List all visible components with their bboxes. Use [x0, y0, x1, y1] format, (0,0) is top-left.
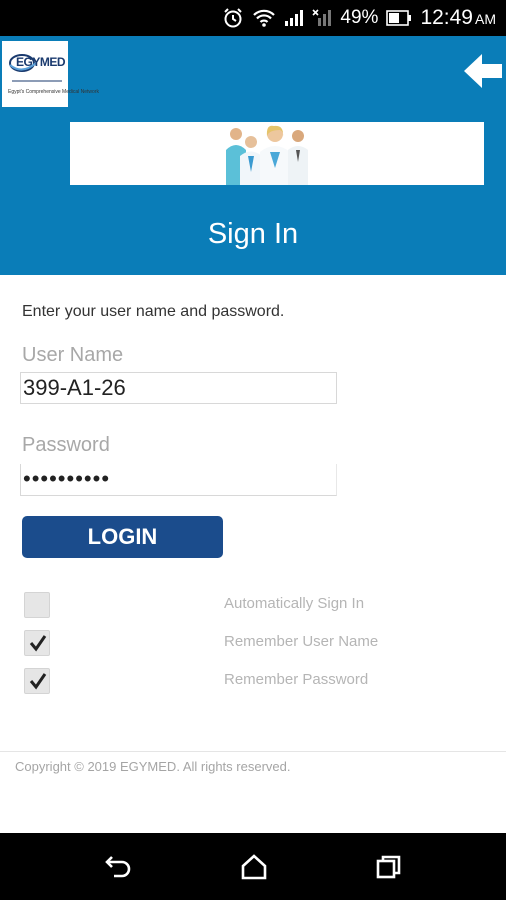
page-title: Sign In [207, 218, 299, 250]
checkmark-icon [29, 635, 47, 652]
option-label: Automatically Sign In [224, 595, 365, 612]
doctors-banner-image [70, 122, 484, 185]
home-nav-icon[interactable] [239, 853, 269, 881]
cell-signal-icon [284, 9, 304, 27]
back-arrow-icon[interactable] [462, 50, 504, 92]
option-remember-username[interactable]: Remember User Name [0, 630, 506, 660]
status-bar: 49% 12:49 AM [0, 0, 506, 36]
copyright-text: Copyright © 2019 EGYMED. All rights rese… [15, 759, 291, 774]
option-remember-password[interactable]: Remember Password [0, 668, 506, 698]
battery-icon [386, 10, 412, 26]
battery-percent: 49% [340, 7, 379, 28]
egymed-logo: EGYMED Egypt's Comprehensive Medical Net… [2, 41, 99, 107]
back-nav-icon[interactable] [104, 853, 134, 881]
password-label: Password [22, 434, 110, 456]
app-screen: EGYMED Egypt's Comprehensive Medical Net… [0, 36, 506, 833]
option-auto-sign-in[interactable]: Automatically Sign In [0, 592, 506, 622]
navigation-bar [0, 833, 506, 900]
remember-username-checkbox[interactable] [24, 630, 50, 656]
recent-apps-nav-icon[interactable] [374, 853, 404, 881]
option-label: Remember Password [224, 671, 369, 688]
password-input[interactable]: •••••••••• [20, 464, 337, 496]
username-input[interactable]: 399-A1-26 [20, 372, 337, 404]
cell-signal-no-data-icon [312, 9, 332, 27]
wifi-icon [252, 8, 276, 28]
remember-password-checkbox[interactable] [24, 668, 50, 694]
auto-sign-in-checkbox[interactable] [24, 592, 50, 618]
footer-divider [0, 751, 506, 752]
alarm-icon [222, 7, 244, 29]
option-label: Remember User Name [224, 633, 379, 650]
login-button[interactable]: LOGIN [22, 516, 223, 558]
checkmark-icon [29, 673, 47, 690]
instruction-text: Enter your user name and password. [22, 303, 285, 320]
clock: 12:49 AM [420, 6, 496, 29]
username-label: User Name [22, 344, 124, 366]
header: EGYMED Egypt's Comprehensive Medical Net… [0, 36, 506, 275]
